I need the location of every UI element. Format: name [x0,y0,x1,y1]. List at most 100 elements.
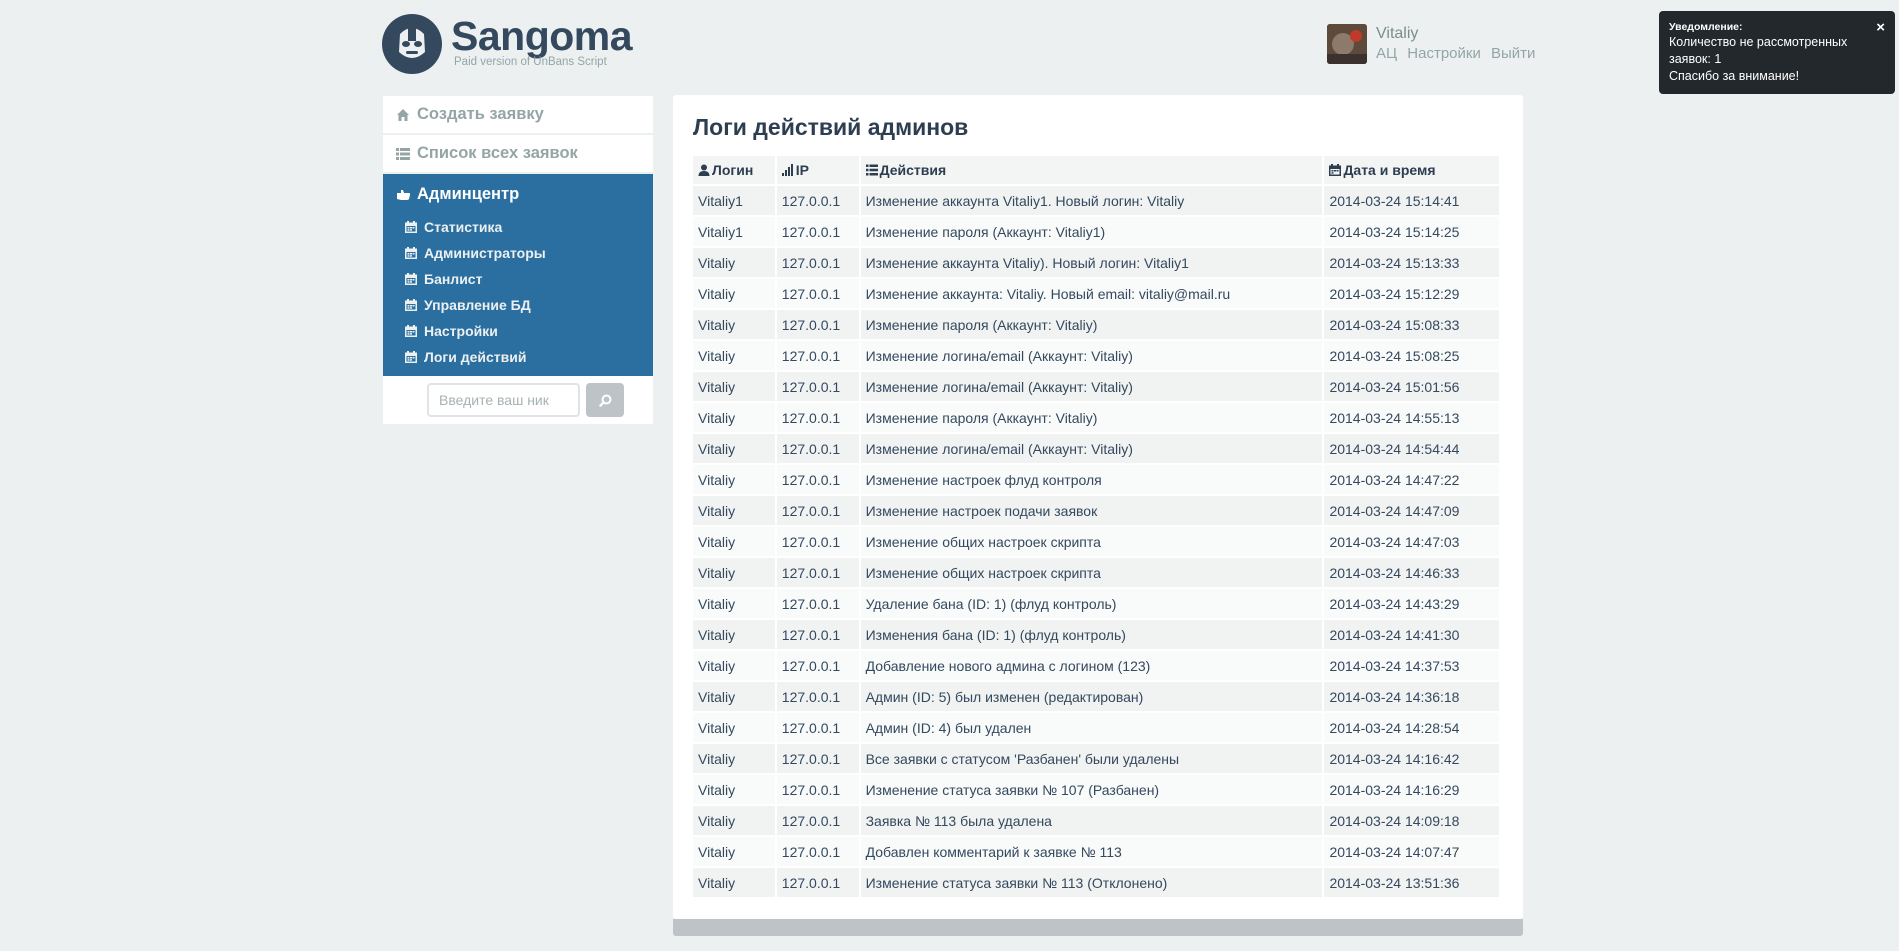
column-header-label: Действия [879,162,947,178]
avatar[interactable] [1327,24,1367,64]
cell-datetime: 2014-03-24 15:08:25 [1324,341,1499,370]
sidebar-subitem-label: Банлист [424,271,483,287]
cell-datetime: 2014-03-24 14:09:18 [1324,806,1499,835]
sidebar-subitem-label: Настройки [424,323,498,339]
cell-datetime: 2014-03-24 14:16:29 [1324,775,1499,804]
cell-action: Добавлен комментарий к заявке № 113 [860,837,1323,866]
sidebar-item-label: Список всех заявок [417,144,578,162]
calendar-icon [405,325,417,337]
cell-action: Изменение общих настроек скрипта [860,527,1323,556]
sidebar-subitem-settings[interactable]: Настройки [383,318,653,344]
cell-login: Vitaliy [693,837,775,866]
cell-action: Изменение настроек флуд контроля [860,465,1323,494]
table-row: Vitaliy 127.0.0.1 Изменения бана (ID: 1) (… [693,620,1499,649]
cell-ip: 127.0.0.1 [776,744,859,773]
sidebar-item-all-requests[interactable]: Список всех заявок [383,135,653,174]
calendar-icon [405,221,417,233]
column-header-label: Дата и время [1343,162,1436,178]
cell-datetime: 2014-03-24 13:51:36 [1324,868,1499,897]
cell-ip: 127.0.0.1 [776,837,859,866]
table-row: Vitaliy 127.0.0.1 Админ (ID: 4) был удален… [693,713,1499,742]
cell-datetime: 2014-03-24 14:47:22 [1324,465,1499,494]
column-header-actions[interactable]: Действия [860,156,1323,184]
cell-ip: 127.0.0.1 [776,248,859,277]
cell-datetime: 2014-03-24 14:55:13 [1324,403,1499,432]
cell-login: Vitaliy [693,279,775,308]
logo[interactable]: Sangoma Paid version of UnBans Script [382,14,633,74]
sidebar-item-create-request[interactable]: Создать заявку [383,96,653,135]
cell-datetime: 2014-03-24 15:13:33 [1324,248,1499,277]
cell-ip: 127.0.0.1 [776,496,859,525]
cell-datetime: 2014-03-24 14:37:53 [1324,651,1499,680]
cell-ip: 127.0.0.1 [776,186,859,215]
close-icon[interactable]: × [1876,19,1885,36]
cell-datetime: 2014-03-24 15:12:29 [1324,279,1499,308]
table-row: Vitaliy 127.0.0.1 Изменение статуса заявки… [693,868,1499,897]
cell-ip: 127.0.0.1 [776,372,859,401]
column-header-label: Логин [712,162,754,178]
cell-datetime: 2014-03-24 14:41:30 [1324,620,1499,649]
table-header-row: Логин IP Действия Дата и время [693,156,1499,184]
notification-title: Уведомление: [1669,21,1743,33]
sidebar-subitem-db-management[interactable]: Управление БД [383,292,653,318]
cell-login: Vitaliy [693,341,775,370]
cell-ip: 127.0.0.1 [776,465,859,494]
user-name[interactable]: Vitaliy [1376,25,1418,43]
cell-datetime: 2014-03-24 15:14:25 [1324,217,1499,246]
cell-ip: 127.0.0.1 [776,341,859,370]
table-row: Vitaliy 127.0.0.1 Изменение настроек флуд … [693,465,1499,494]
column-header-login[interactable]: Логин [693,156,775,184]
cell-login: Vitaliy [693,806,775,835]
sidebar-subitem-banlist[interactable]: Банлист [383,266,653,292]
table-row: Vitaliy 127.0.0.1 Заявка № 113 была удален… [693,806,1499,835]
cell-action: Изменение настроек подачи заявок [860,496,1323,525]
table-row: Vitaliy 127.0.0.1 Изменение аккаунта Vital… [693,248,1499,277]
cell-ip: 127.0.0.1 [776,279,859,308]
user-icon [698,164,710,176]
search-box [383,376,653,424]
cell-action: Все заявки с статусом 'Разбанен' были уд… [860,744,1323,773]
cell-action: Заявка № 113 была удалена [860,806,1323,835]
cell-datetime: 2014-03-24 14:28:54 [1324,713,1499,742]
search-input[interactable] [427,383,580,417]
calendar-icon [405,299,417,311]
admin-center-link[interactable]: АЦ [1376,45,1397,62]
notification-thanks: Спасибо за внимание! [1669,69,1800,83]
table-row: Vitaliy 127.0.0.1 Удаление бана (ID: 1) (ф… [693,589,1499,618]
main-panel: Логи действий админов Логин IP Действия … [673,95,1523,919]
logout-link[interactable]: Выйти [1491,45,1535,62]
signal-icon [781,164,793,176]
cell-login: Vitaliy [693,558,775,587]
sidebar-item-admin-center[interactable]: Админцентр [383,174,653,214]
cell-login: Vitaliy [693,744,775,773]
cell-ip: 127.0.0.1 [776,403,859,432]
logo-subtitle: Paid version of UnBans Script [454,56,607,68]
cell-action: Изменение пароля (Аккаунт: Vitaliy1) [860,217,1323,246]
cell-ip: 127.0.0.1 [776,527,859,556]
cell-action: Изменение аккаунта Vitaliy). Новый логин… [860,248,1323,277]
table-row: Vitaliy 127.0.0.1 Изменение статуса заявки… [693,775,1499,804]
cell-datetime: 2014-03-24 14:47:09 [1324,496,1499,525]
settings-link[interactable]: Настройки [1407,45,1481,62]
cell-login: Vitaliy [693,527,775,556]
sidebar-subitem-label: Управление БД [424,297,531,313]
sidebar-subitem-statistics[interactable]: Статистика [383,214,653,240]
cell-login: Vitaliy [693,465,775,494]
cell-ip: 127.0.0.1 [776,713,859,742]
cell-action: Изменение аккаунта Vitaliy1. Новый логин… [860,186,1323,215]
list-icon [396,147,410,160]
cell-ip: 127.0.0.1 [776,682,859,711]
sidebar-subitem-administrators[interactable]: Администраторы [383,240,653,266]
search-button[interactable] [586,383,624,417]
column-header-ip[interactable]: IP [776,156,859,184]
cell-ip: 127.0.0.1 [776,217,859,246]
cell-ip: 127.0.0.1 [776,651,859,680]
calendar-icon [405,247,417,259]
column-header-datetime[interactable]: Дата и время [1324,156,1499,184]
sidebar-subitem-action-logs[interactable]: Логи действий [383,344,653,370]
cell-datetime: 2014-03-24 14:46:33 [1324,558,1499,587]
table-row: Vitaliy 127.0.0.1 Изменение пароля (Аккаун… [693,310,1499,339]
sidebar-subitem-label: Логи действий [424,349,527,365]
table-row: Vitaliy 127.0.0.1 Изменение логина/email (… [693,372,1499,401]
sidebar: Создать заявку Список всех заявок Админц… [383,96,653,424]
